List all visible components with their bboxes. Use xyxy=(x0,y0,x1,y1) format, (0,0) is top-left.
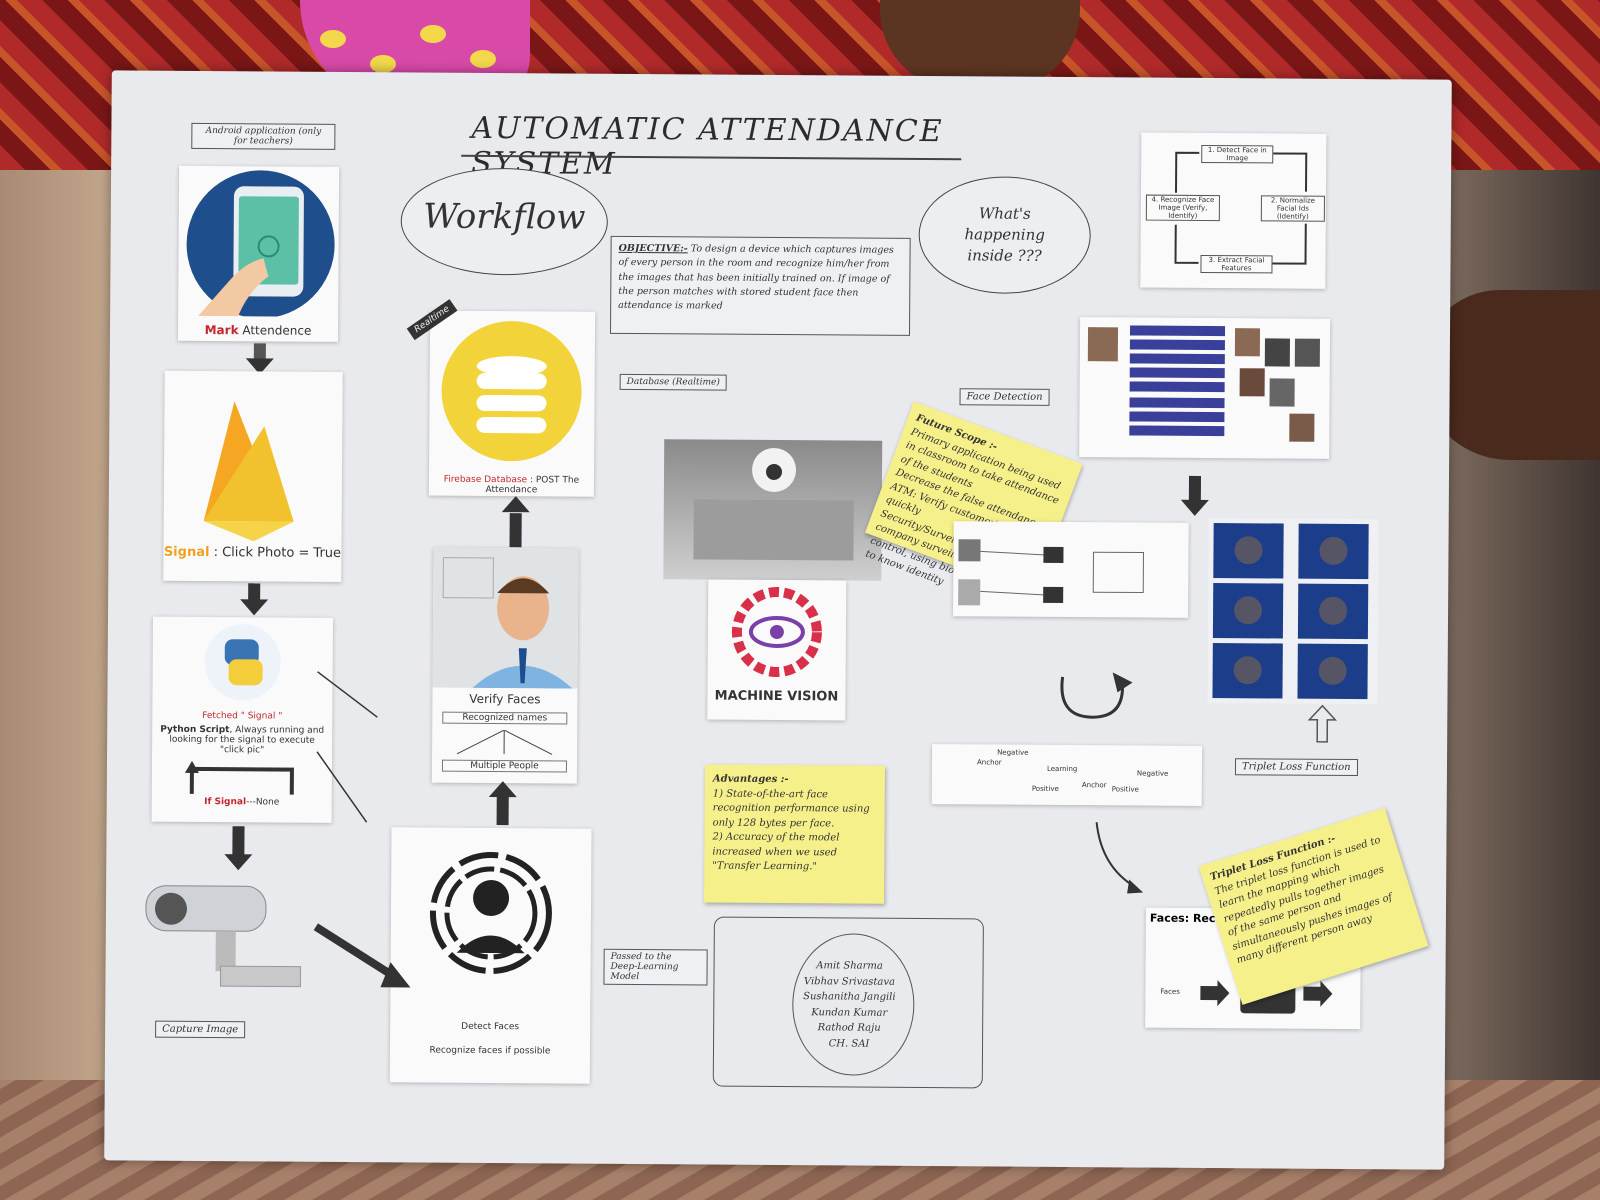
branch-lines-icon xyxy=(456,729,553,755)
classroom-photo xyxy=(663,439,883,581)
face-scan-icon xyxy=(432,547,579,689)
triplet-learning: Learning xyxy=(1046,764,1078,774)
objective-label: OBJECTIVE:- xyxy=(618,242,688,255)
objective-box: OBJECTIVE:- To design a device which cap… xyxy=(609,235,911,336)
workflow-cloud: Workflow xyxy=(400,167,609,276)
triplet-positive-1: Positive xyxy=(1031,784,1059,793)
database-side-label: Database (Realtime) xyxy=(619,373,727,391)
loop-arrow-icon xyxy=(184,760,294,795)
triplet-anchor-1: Anchor xyxy=(976,758,1002,767)
firebase-logo-icon xyxy=(203,401,294,542)
team-name-4: Kundan Kumar xyxy=(811,1006,888,1019)
team-name-5: Rathod Raju xyxy=(817,1022,881,1034)
arrow-shaft xyxy=(1188,475,1202,502)
detect-line2: Recognize faces if possible xyxy=(429,1045,551,1057)
triplet-anchor-2: Anchor xyxy=(1081,781,1107,790)
signal-caption-strong: Signal xyxy=(163,544,210,561)
phone-touch-icon xyxy=(186,170,335,319)
arrow-up-icon xyxy=(501,496,530,513)
team-name-1: Amit Sharma xyxy=(816,960,883,972)
triplet-diagram: Anchor Negative Learning Positive Anchor… xyxy=(931,744,1203,806)
face-detection-pipeline xyxy=(1079,317,1331,459)
fingerprint-face-icon xyxy=(429,852,552,975)
arrow-down-icon xyxy=(224,854,253,871)
recognition-cycle-card: 1. Detect Face in Image 2. Normalize Fac… xyxy=(1140,132,1327,289)
machine-vision-label: MACHINE VISION xyxy=(714,688,839,705)
face-detection-label: Face Detection xyxy=(959,388,1050,406)
arrow-down-icon xyxy=(1180,499,1209,517)
team-name-2: Vibhav Srivastava xyxy=(803,975,896,988)
team-names: Amit Sharma Vibhav Srivastava Sushanitha… xyxy=(774,958,925,1052)
embedding-diagram xyxy=(953,521,1189,618)
triplet-positive-2: Positive xyxy=(1111,785,1139,794)
diagonal-arrow-icon xyxy=(313,923,411,988)
android-caption-strong: Mark xyxy=(204,322,239,338)
advantages-line-2: 2) Accuracy of the model increased when … xyxy=(712,831,840,873)
firebase-card: Signal : Click Photo = True xyxy=(163,370,343,582)
verify-faces-card: Verify Faces Recognized names Multiple P… xyxy=(431,547,579,784)
curved-arrows-icon xyxy=(316,671,378,823)
advantages-label: Advantages :- xyxy=(712,773,789,786)
faces-input-label: Faces xyxy=(1160,987,1180,996)
android-card: Mark Attendence xyxy=(177,165,340,342)
loop-rest: ---None xyxy=(246,797,280,808)
python-logo-icon xyxy=(204,624,281,701)
cctv-camera-icon xyxy=(145,885,302,988)
detect-line1: Detect Faces xyxy=(461,1021,520,1033)
curved-down-arrow-icon xyxy=(1095,822,1144,894)
db-caption-strong: Firebase Database xyxy=(443,474,528,486)
passed-label: Passed to the Deep-Learning Model xyxy=(603,948,708,986)
advantages-sticky: Advantages :- 1) State-of-the-art face r… xyxy=(704,764,885,904)
arrow-shaft xyxy=(496,795,509,826)
arrow-up-outline-icon xyxy=(1307,704,1338,743)
arrow-shaft xyxy=(232,826,245,857)
refresh-arrow-icon xyxy=(1060,672,1133,719)
advantages-line-1: 1) State-of-the-art face recognition per… xyxy=(712,788,870,829)
arrow-shaft xyxy=(509,513,522,548)
signal-caption-rest: : Click Photo = True xyxy=(209,545,342,561)
eye-gear-icon xyxy=(731,586,822,677)
camera-drawing: Amit Sharma Vibhav Srivastava Sushanitha… xyxy=(712,916,984,1089)
multiple-people: Multiple People xyxy=(441,759,568,773)
android-caption-rest: Attendence xyxy=(238,323,312,338)
dome-camera-icon xyxy=(693,447,854,561)
capture-image-label: Capture Image xyxy=(155,1020,246,1039)
team-name-3: Sushanitha Jangili xyxy=(803,991,896,1003)
python-desc-strong: Python Script xyxy=(160,724,230,736)
arrow-down-icon xyxy=(240,599,269,616)
database-icon xyxy=(441,321,582,462)
machine-vision-card: MACHINE VISION xyxy=(707,579,847,721)
face-thumbnails-icon xyxy=(1212,523,1369,700)
recognized-names: Recognized names xyxy=(442,711,568,725)
triplet-label: Triplet Loss Function xyxy=(1234,758,1358,777)
team-name-6: CH. SAI xyxy=(828,1037,870,1050)
triplet-negative-2: Negative xyxy=(1136,769,1169,778)
arrow-up-icon xyxy=(488,780,517,798)
triplet-negative-1: Negative xyxy=(997,748,1029,757)
pipeline-diagram-icon xyxy=(1087,325,1320,442)
triplet-sticky: Triplet Loss Function :- The triplet los… xyxy=(1198,807,1429,1005)
android-note: Android application (only for teachers) xyxy=(191,122,336,150)
face-grid xyxy=(1207,518,1379,705)
loop-strong: If Signal xyxy=(204,796,247,808)
whats-happening-text: What's happening inside ??? xyxy=(964,204,1045,265)
network-diagram-icon xyxy=(958,539,1144,606)
workflow-label: Workflow xyxy=(423,196,586,238)
triplet-note-text: The triplet loss function is used to lea… xyxy=(1213,834,1394,967)
arrow-shaft xyxy=(253,343,266,360)
whats-happening-cloud: What's happening inside ??? xyxy=(918,175,1092,295)
poster-sheet: AUTOMATIC ATTENDANCE SYSTEM Android appl… xyxy=(104,70,1452,1170)
database-card: Firebase Database : POST The Attendance xyxy=(428,310,596,497)
verify-title: Verify Faces xyxy=(469,691,541,707)
cycle-arrows-icon xyxy=(1174,151,1308,265)
